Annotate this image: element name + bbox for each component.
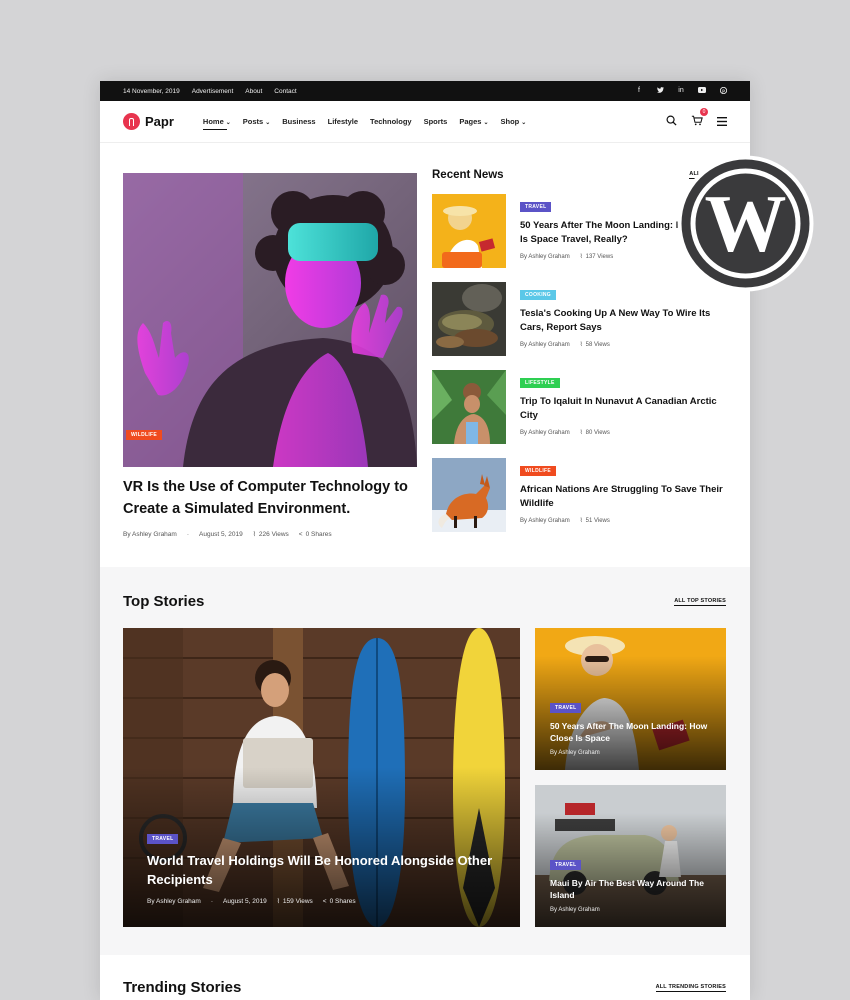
story-author[interactable]: By Ashley Graham [147,898,201,905]
hero-title[interactable]: VR Is the Use of Computer Technology to … [123,476,417,520]
news-author[interactable]: By Ashley Graham [520,342,570,348]
twitter-icon[interactable] [656,86,664,96]
side-story-title[interactable]: 50 Years After The Moon Landing: How Clo… [550,720,711,744]
page-frame: 14 November, 2019 Advertisement About Co… [100,81,750,1000]
story-date: August 5, 2019 [223,897,267,905]
top-stories-section: Top Stories ALL TOP STORIES TRAVEL World… [100,567,750,955]
news-views: 58 Views [585,341,610,348]
trending-stories-header: Trending Stories ALL TRENDING STORIES [123,979,726,996]
about-link[interactable]: About [245,88,262,95]
menu-item-technology[interactable]: Technology [370,117,412,126]
share-icon: < [298,530,303,538]
category-badge[interactable]: LIFESTYLE [520,378,560,388]
list-item[interactable]: LIFESTYLE Trip To Iqaluit In Nunavut A C… [432,370,726,444]
news-author[interactable]: By Ashley Graham [520,430,570,436]
cart-icon[interactable]: 0 [691,107,708,131]
category-badge[interactable]: TRAVEL [550,703,582,713]
svg-text:p: p [722,88,725,93]
top-stories-heading: Top Stories [123,593,205,610]
hamburger-menu-icon[interactable] [717,113,727,131]
story-author[interactable]: By Ashley Graham [550,907,711,913]
news-thumbnail[interactable] [432,194,506,268]
menu-item-sports[interactable]: Sports [424,117,448,126]
news-title[interactable]: Tesla's Cooking Up A New Way To Wire Its… [520,307,726,335]
story-views: 159 Views [282,897,313,905]
recent-news-heading: Recent News [432,169,504,181]
category-badge[interactable]: TRAVEL [520,202,552,212]
all-trending-stories-link[interactable]: ALL TRENDING STORIES [655,984,726,992]
featured-story-title[interactable]: World Travel Holdings Will Be Honored Al… [147,851,496,889]
category-badge[interactable]: WILDLIFE [520,466,557,476]
list-item[interactable]: WILDLIFE African Nations Are Struggling … [432,458,726,532]
news-views: 51 Views [585,517,610,524]
views-icon: ⌇ [252,531,256,538]
list-item[interactable]: COOKING Tesla's Cooking Up A New Way To … [432,282,726,356]
side-story-card[interactable]: TRAVEL 50 Years After The Moon Landing: … [535,628,726,770]
trending-stories-heading: Trending Stories [123,979,242,996]
menu-item-home[interactable]: Home ⌄ [202,117,231,130]
hero-views: 226 Views [258,530,289,538]
logo-text: Papr [145,114,174,129]
news-title[interactable]: African Nations Are Struggling To Save T… [520,483,726,511]
top-bar: 14 November, 2019 Advertisement About Co… [100,81,750,101]
logo-icon [123,113,140,130]
news-thumbnail[interactable] [432,370,506,444]
chevron-down-icon: ⌄ [265,120,271,126]
chevron-down-icon: ⌄ [483,120,489,126]
cart-count-badge: 0 [700,107,708,116]
news-views: 137 Views [585,253,614,260]
hero-date: August 5, 2019 [199,530,243,538]
svg-text:W: W [705,178,787,269]
main-nav: Papr Home ⌄ Posts ⌄ Business Lifestyle Tec… [100,101,750,143]
views-icon: ⌇ [579,518,583,524]
menu-item-pages[interactable]: Pages ⌄ [459,117,488,126]
share-icon: < [322,897,327,905]
chevron-down-icon: ⌄ [225,120,231,126]
hero-image[interactable]: WILDLIFE [123,173,417,467]
menu-item-business[interactable]: Business [282,117,315,126]
menu-item-lifestyle[interactable]: Lifestyle [328,117,358,126]
views-icon: ⌇ [579,342,583,348]
news-thumbnail[interactable] [432,282,506,356]
hero-post[interactable]: WILDLIFE VR Is the Use of Computer Techn… [123,173,417,538]
all-top-stories-link[interactable]: ALL TOP STORIES [674,598,726,606]
news-title[interactable]: Trip To Iqaluit In Nunavut A Canadian Ar… [520,395,726,423]
youtube-icon[interactable] [698,86,706,96]
facebook-icon[interactable]: f [635,87,643,96]
views-icon: ⌇ [579,254,583,260]
advertisement-link[interactable]: Advertisement [192,88,234,95]
story-author[interactable]: By Ashley Graham [550,750,711,756]
chevron-down-icon: ⌄ [521,120,527,126]
category-badge[interactable]: TRAVEL [147,834,179,844]
news-author[interactable]: By Ashley Graham [520,254,570,260]
news-thumbnail[interactable] [432,458,506,532]
pinterest-icon[interactable]: p [719,86,727,96]
date-label: 14 November, 2019 [123,87,180,95]
side-story-card[interactable]: TRAVEL Maui By Air The Best Way Around T… [535,785,726,927]
linkedin-icon[interactable]: in [677,87,685,96]
hero-author[interactable]: By Ashley Graham [123,531,177,538]
search-icon[interactable] [666,113,677,131]
side-story-title[interactable]: Maui By Air The Best Way Around The Isla… [550,877,711,901]
category-badge[interactable]: COOKING [520,290,556,300]
story-shares: 0 Shares [329,897,356,905]
wordpress-logo-icon: W [677,155,814,292]
news-author[interactable]: By Ashley Graham [520,518,570,524]
news-views: 80 Views [585,429,610,436]
hero-shares: 0 Shares [305,530,332,538]
category-badge[interactable]: TRAVEL [550,860,582,870]
featured-story-card[interactable]: TRAVEL World Travel Holdings Will Be Hon… [123,628,520,927]
hero-category-badge[interactable]: WILDLIFE [126,430,163,440]
site-logo[interactable]: Papr [123,113,174,130]
menu-item-posts[interactable]: Posts ⌄ [243,117,270,126]
menu-item-shop[interactable]: Shop ⌄ [500,117,526,126]
views-icon: ⌇ [579,430,583,436]
views-icon: ⌇ [276,898,280,905]
contact-link[interactable]: Contact [274,88,296,95]
